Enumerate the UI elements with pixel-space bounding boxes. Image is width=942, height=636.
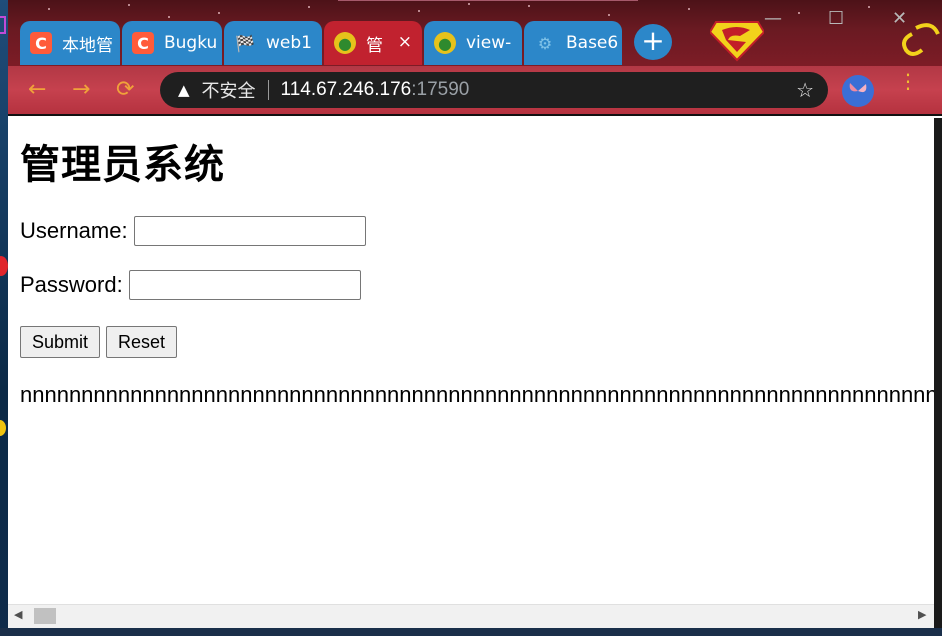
username-input[interactable]: [133, 216, 366, 246]
tab-view[interactable]: ● view-: [424, 21, 522, 65]
tab-label: view-: [466, 33, 512, 53]
tab-label: 管: [366, 35, 383, 56]
gear-favicon-icon: ⚙: [537, 33, 553, 53]
sparkle-decoration: [608, 14, 610, 16]
desktop-icon-fragment: [0, 16, 6, 34]
close-tab-icon[interactable]: ×: [398, 32, 412, 52]
window-edge: [934, 118, 942, 628]
tab-web1[interactable]: 🏁 web1: [224, 21, 322, 65]
tab-local[interactable]: C 本地管: [20, 21, 120, 65]
address-bar[interactable]: ▲ 不安全 114.67.246.176 :17590 ☆: [160, 72, 828, 108]
sparkle-decoration: [868, 6, 870, 8]
password-row: Password:: [20, 270, 361, 300]
desktop-icon-fragment: [0, 420, 6, 436]
tab-admin-active[interactable]: ● 管 ×: [324, 21, 422, 65]
sparkle-decoration: [48, 8, 50, 10]
back-arrow-icon[interactable]: ←: [28, 77, 46, 102]
butterfly-icon: [849, 83, 867, 93]
sparkle-decoration: [418, 10, 420, 12]
url-host: 114.67.246.176: [280, 79, 412, 100]
tab-label: Bugku: [164, 33, 218, 53]
username-label: Username:: [20, 218, 128, 243]
sparkle-decoration: [218, 12, 220, 14]
browser-toolbar: ← → ⟳ ▲ 不安全 114.67.246.176 :17590 ☆ ⋮: [8, 66, 942, 116]
tab-list: C 本地管 C Bugku 🏁 web1 ● 管 × ● view- ⚙ Bas…: [20, 19, 624, 65]
overflow-text: nnnnnnnnnnnnnnnnnnnnnnnnnnnnnnnnnnnnnnnn…: [20, 382, 934, 407]
new-tab-button[interactable]: +: [634, 24, 672, 60]
scrollbar-thumb[interactable]: [34, 608, 56, 624]
sparkle-decoration: [308, 6, 310, 8]
menu-kebab-icon[interactable]: ⋮: [898, 71, 918, 91]
warning-icon[interactable]: ▲: [178, 81, 190, 99]
globe-favicon-icon: ●: [434, 32, 456, 54]
password-input[interactable]: [128, 270, 361, 300]
sparkle-decoration: [468, 3, 470, 5]
c-favicon-icon: C: [30, 32, 52, 54]
reload-icon[interactable]: ⟳: [116, 77, 134, 102]
sparkle-decoration: [528, 5, 530, 7]
theme-corner-decoration-icon: [902, 23, 940, 56]
sparkle-decoration: [128, 4, 130, 6]
tab-base64[interactable]: ⚙ Base6: [524, 21, 622, 65]
reset-button[interactable]: Reset: [106, 326, 177, 358]
url-port: :17590: [411, 79, 470, 100]
username-row: Username:: [20, 216, 366, 246]
submit-button[interactable]: Submit: [20, 326, 100, 358]
bookmark-star-icon[interactable]: ☆: [796, 78, 814, 102]
scroll-right-arrow-icon[interactable]: ▶: [918, 608, 926, 621]
sparkle-decoration: [798, 12, 800, 14]
tab-label: web1: [266, 33, 312, 53]
profile-avatar[interactable]: [842, 75, 874, 107]
taskbar-edge: [0, 628, 942, 636]
checkered-flag-icon: 🏁: [235, 33, 255, 53]
browser-window: C 本地管 C Bugku 🏁 web1 ● 管 × ● view- ⚙ Bas…: [8, 0, 942, 628]
globe-favicon-icon: ●: [334, 32, 356, 54]
maximize-button[interactable]: ☐: [828, 8, 844, 29]
c-favicon-icon: C: [132, 32, 154, 54]
security-status[interactable]: 不安全: [202, 77, 256, 103]
tab-label: 本地管: [62, 35, 113, 56]
tab-label: Base6: [566, 33, 619, 53]
theme-decoration: [338, 0, 638, 20]
minimize-button[interactable]: —: [764, 8, 782, 29]
forward-arrow-icon[interactable]: →: [72, 77, 90, 102]
address-divider: [267, 80, 269, 100]
horizontal-scrollbar[interactable]: ◀ ▶: [8, 604, 934, 628]
scroll-left-arrow-icon[interactable]: ◀: [14, 608, 22, 621]
password-label: Password:: [20, 272, 123, 297]
sparkle-decoration: [168, 16, 170, 18]
page-title: 管理员系统: [20, 142, 225, 188]
tab-strip: C 本地管 C Bugku 🏁 web1 ● 管 × ● view- ⚙ Bas…: [8, 0, 942, 66]
tab-bugku[interactable]: C Bugku: [122, 21, 222, 65]
sparkle-decoration: [688, 8, 690, 10]
page-content: 管理员系统 Username: Password: Submit Reset n…: [8, 118, 934, 604]
superman-logo-icon: [710, 21, 764, 62]
desktop-icon-fragment: [0, 256, 8, 276]
